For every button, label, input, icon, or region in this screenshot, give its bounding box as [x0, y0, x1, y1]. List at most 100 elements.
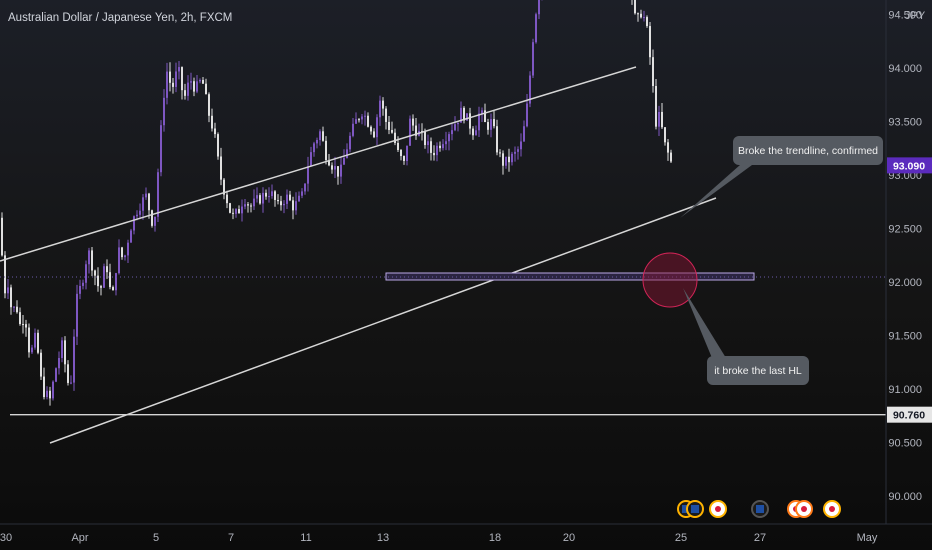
candle-body [256, 195, 258, 199]
candle-body [25, 324, 27, 328]
candle-body [157, 172, 159, 217]
candle-body [238, 209, 240, 214]
candle-body [208, 94, 210, 116]
candle-body [493, 119, 495, 127]
candle-body [658, 111, 660, 127]
candle-body [304, 183, 306, 192]
candle-body [508, 156, 510, 163]
y-tick-label: 90.000 [888, 491, 922, 503]
event-icon-au-2[interactable] [751, 500, 769, 518]
y-tick-label: 92.500 [888, 224, 922, 236]
candle-body [322, 131, 324, 141]
horizontal-levels [10, 413, 886, 416]
candle-body [409, 118, 411, 146]
candle-body [667, 142, 669, 153]
candle-body [4, 255, 6, 294]
candle-body [379, 100, 381, 118]
candle-body [244, 204, 246, 207]
y-tick-label: 94.500 [888, 10, 922, 22]
callout-hl[interactable]: it broke the last HL [683, 288, 809, 385]
candle-body [280, 201, 282, 206]
candle-body [283, 203, 285, 206]
candle-body [523, 126, 525, 142]
jp-flag-dot [715, 506, 721, 512]
event-icon-group-jp[interactable] [787, 500, 813, 518]
candle-body [319, 131, 321, 141]
candle-body [274, 191, 276, 200]
candle-body [514, 151, 516, 154]
candle-body [346, 149, 348, 159]
candle-body [403, 156, 405, 161]
event-icon-jp-1[interactable] [709, 500, 727, 518]
event-icon-jp-4[interactable] [823, 500, 841, 518]
candle-body [115, 273, 117, 291]
candle-body [178, 67, 180, 72]
candle-body [28, 327, 30, 353]
callout-trendline[interactable]: Broke the trendline, confirmed [680, 136, 883, 218]
candle-body [325, 140, 327, 161]
candle-body [154, 216, 156, 226]
candle-body [316, 140, 318, 144]
candle-body [73, 336, 75, 383]
candle-body [361, 116, 363, 120]
candle-body [148, 193, 150, 211]
candle-body [652, 57, 654, 87]
candle-body [634, 0, 636, 14]
au-flag-fill-2 [691, 505, 699, 513]
candle-body [367, 115, 369, 127]
candle-body [277, 199, 279, 202]
channel-upper-line[interactable] [0, 66, 637, 262]
candle-body [535, 14, 537, 43]
candle-body [16, 306, 18, 313]
price-level-tag-label: 90.760 [893, 410, 925, 422]
y-tick-label: 90.500 [888, 438, 922, 450]
time-axis[interactable]: 30 Apr 5 7 11 13 18 20 25 27 May [0, 523, 932, 544]
price-axis[interactable]: JPY 96.50096.00095.50095.00094.50094.000… [885, 0, 932, 524]
x-tick-label: 27 [754, 532, 766, 544]
candle-body [388, 121, 390, 130]
candle-body [526, 103, 528, 127]
current-price-tag-label: 93.090 [893, 160, 925, 172]
candle-body [637, 13, 639, 15]
candle-body [259, 195, 261, 204]
candle-body [64, 340, 66, 365]
jp-flag-dot-3 [801, 506, 807, 512]
support-zone[interactable] [385, 272, 755, 281]
y-tick-label: 91.000 [888, 384, 922, 396]
x-tick-label: 5 [153, 532, 159, 544]
candle-body [181, 67, 183, 91]
candle-body [7, 287, 9, 294]
chart-container[interactable]: Broke the trendline, confirmed it broke … [0, 0, 932, 550]
candle-body [235, 209, 237, 214]
candle-body [262, 192, 264, 204]
candle-body [289, 194, 291, 201]
candle-body [43, 376, 45, 398]
candle-body [184, 90, 186, 96]
candle-body [337, 166, 339, 177]
candle-body [118, 247, 120, 274]
candle-body [79, 285, 81, 294]
candle-body [448, 134, 450, 142]
au-flag-fill-3 [756, 505, 764, 513]
candle-body [190, 81, 192, 83]
candle-body [199, 79, 201, 82]
candle-body [175, 71, 177, 87]
candle-body [298, 195, 300, 202]
candle-body [487, 122, 489, 130]
candle-body [211, 115, 213, 129]
candle-body [451, 130, 453, 135]
candle-body [67, 364, 69, 383]
x-tick-label: 13 [377, 532, 389, 544]
candle-body [532, 42, 534, 76]
candle-body [217, 134, 219, 157]
event-icons[interactable] [677, 500, 841, 518]
event-icon-group-1[interactable] [677, 500, 704, 518]
candle-body [85, 264, 87, 283]
price-chart[interactable]: Broke the trendline, confirmed it broke … [0, 0, 932, 550]
channel-lower-line[interactable] [49, 197, 717, 444]
candle-body [265, 192, 267, 197]
y-tick-label: 94.000 [888, 63, 922, 75]
candle-body [472, 128, 474, 136]
candle-body [340, 164, 342, 177]
candle-body [196, 81, 198, 92]
